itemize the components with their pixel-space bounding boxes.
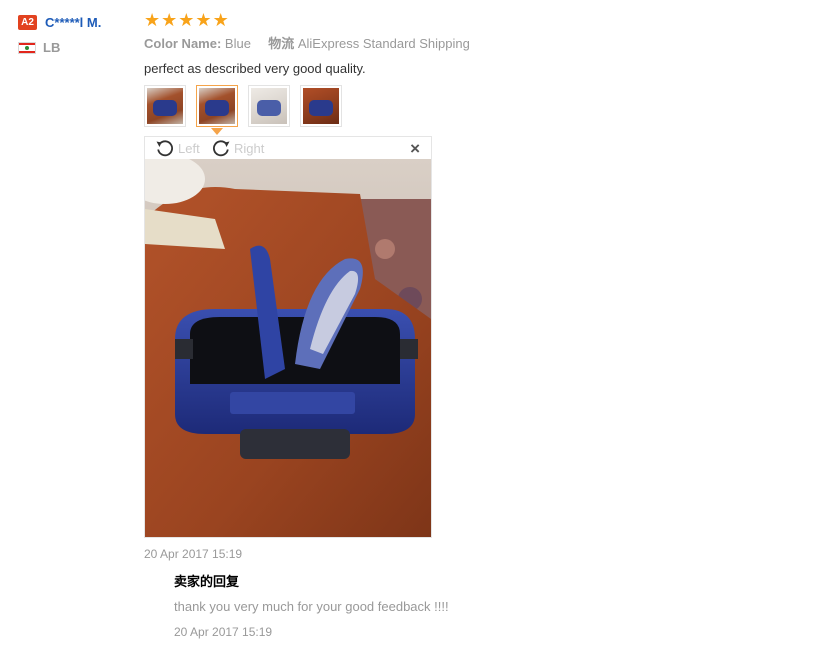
product-photo-illustration xyxy=(145,159,431,537)
thumbnail-2-selected[interactable] xyxy=(196,85,238,135)
seller-reply-date: 20 Apr 2017 15:19 xyxy=(174,625,273,639)
thumbnail-image xyxy=(251,88,287,124)
country-code: LB xyxy=(43,40,61,55)
thumbnail-4[interactable] xyxy=(300,85,342,127)
rotate-left-label: Left xyxy=(178,140,200,156)
thumbnail-3[interactable] xyxy=(248,85,290,127)
star-rating: ★ ★ ★ ★ ★ xyxy=(144,10,784,30)
review-text: perfect as described very good quality. xyxy=(144,61,366,76)
thumbnail-image xyxy=(199,88,235,124)
star-icon: ★ xyxy=(212,10,229,30)
order-attributes: Color Name: Blue 物流 AliExpress Standard … xyxy=(144,34,784,54)
seller-reply-title: 卖家的回复 xyxy=(174,574,240,589)
reviewer-info: A2 C*****l M. LB xyxy=(18,12,138,55)
seller-reply: 卖家的回复 thank you very much for your good … xyxy=(174,574,449,640)
rotate-right-button[interactable]: Right xyxy=(211,139,264,157)
rotate-left-icon xyxy=(156,140,173,157)
user-row: A2 C*****l M. xyxy=(18,12,138,32)
country-row: LB xyxy=(18,40,138,55)
thumbnail-image xyxy=(303,88,339,124)
star-icon: ★ xyxy=(161,10,178,30)
star-icon: ★ xyxy=(144,10,161,30)
thumbnail-1[interactable] xyxy=(144,85,186,127)
rotate-left-button[interactable]: Left xyxy=(155,139,200,157)
lebanon-flag-icon xyxy=(18,41,36,54)
review-photo xyxy=(145,159,431,537)
star-icon: ★ xyxy=(195,10,212,30)
reviewer-name[interactable]: C*****l M. xyxy=(45,15,101,30)
rotate-right-label: Right xyxy=(234,140,265,156)
star-icon: ★ xyxy=(178,10,195,30)
review-content: ★ ★ ★ ★ ★ Color Name: Blue 物流 AliExpress… xyxy=(144,10,784,135)
seller-reply-text: thank you very much for your good feedba… xyxy=(174,599,449,614)
thumbnail-strip xyxy=(144,85,784,135)
review-date: 20 Apr 2017 15:19 xyxy=(144,547,243,561)
viewer-toolbar: Left Right × xyxy=(145,137,431,159)
level-badge: A2 xyxy=(18,14,37,30)
color-value: Blue xyxy=(224,36,251,51)
image-viewer: Left Right × xyxy=(144,136,432,538)
rotate-right-icon xyxy=(213,140,230,157)
shipping-label: 物流 xyxy=(268,36,295,51)
color-label: Color Name: xyxy=(144,36,222,51)
close-icon[interactable]: × xyxy=(410,139,420,159)
shipping-value: AliExpress Standard Shipping xyxy=(297,36,470,51)
thumbnail-image xyxy=(147,88,183,124)
